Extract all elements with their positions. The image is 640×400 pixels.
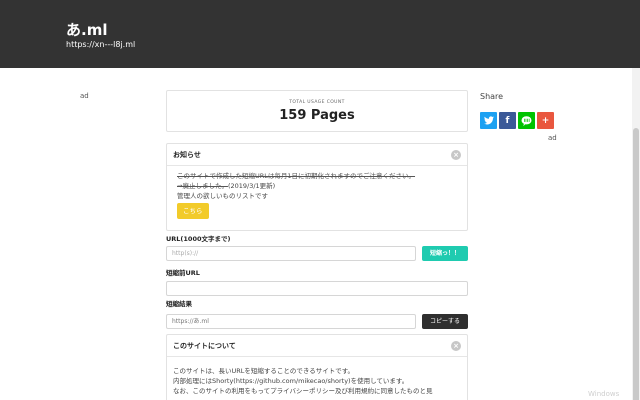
- usage-count-label: TOTAL USAGE COUNT: [289, 100, 345, 105]
- shorten-button[interactable]: 短縮っ！！: [422, 246, 468, 261]
- facebook-share-button[interactable]: f: [499, 112, 516, 129]
- notice-body: このサイトで作成した短縮URLは毎月1日に初期化されますのでご注意ください。 →…: [167, 166, 467, 219]
- plus-share-button[interactable]: +: [537, 112, 554, 129]
- plus-icon: +: [541, 115, 550, 126]
- about-body: このサイトは、長いURLを短縮することのできるサイトです。 内部処理にはShor…: [167, 357, 467, 396]
- share-buttons: f +: [480, 112, 554, 129]
- url-input[interactable]: http(s)://: [166, 246, 416, 261]
- scrollbar-thumb[interactable]: [633, 128, 639, 400]
- notice-date: (2019/3/1更新): [227, 182, 276, 190]
- before-url-label: 短縮前URL: [166, 269, 200, 277]
- result-label: 短縮結果: [166, 300, 192, 308]
- about-line-1: このサイトは、長いURLを短縮することのできるサイトです。: [173, 367, 355, 375]
- notice-header: お知らせ ×: [167, 144, 467, 166]
- notice-panel: お知らせ × このサイトで作成した短縮URLは毎月1日に初期化されますのでご注意…: [166, 143, 468, 231]
- windows-watermark: Windows: [588, 390, 620, 398]
- notice-strike-line-2: →廃止しました。: [177, 182, 228, 190]
- about-line-2: 内部処理にはShorty(https://github.com/mikecao/…: [173, 377, 409, 385]
- facebook-icon: f: [505, 115, 510, 126]
- line-share-button[interactable]: [518, 112, 535, 129]
- line-icon: [521, 115, 532, 126]
- wishlist-button[interactable]: こちら: [177, 203, 209, 219]
- site-url[interactable]: https://xn---l8j.ml: [66, 40, 135, 49]
- close-icon[interactable]: ×: [451, 149, 461, 160]
- twitter-share-button[interactable]: [480, 112, 497, 129]
- ad-label-right: ad: [548, 134, 557, 142]
- about-header: このサイトについて ×: [167, 335, 467, 357]
- ad-label-left: ad: [80, 92, 89, 100]
- site-header: あ.ml https://xn---l8j.ml: [0, 0, 640, 68]
- site-title[interactable]: あ.ml: [66, 19, 107, 40]
- about-line-3: なお、このサイトの利用をもってプライバシーポリシー及び利用規約に同意したものと見: [173, 387, 433, 395]
- notice-title: お知らせ: [173, 150, 201, 159]
- about-panel: このサイトについて × このサイトは、長いURLを短縮することのできるサイトです…: [166, 334, 468, 400]
- scrollbar[interactable]: [632, 68, 640, 400]
- twitter-icon: [483, 116, 494, 125]
- close-icon[interactable]: ×: [451, 340, 461, 351]
- result-field[interactable]: https://あ.ml: [166, 314, 416, 329]
- about-title: このサイトについて: [173, 341, 236, 350]
- usage-count-panel: TOTAL USAGE COUNT 159 Pages: [166, 90, 468, 132]
- before-url-field[interactable]: [166, 281, 468, 296]
- url-field-label: URL(1000文字まで): [166, 235, 231, 243]
- share-title: Share: [480, 92, 504, 101]
- notice-wishlist-text: 管理人の欲しいものリストです: [177, 192, 268, 200]
- usage-count-value: 159 Pages: [279, 108, 355, 123]
- copy-button[interactable]: コピーする: [422, 314, 468, 329]
- notice-strike-line-1: このサイトで作成した短縮URLは毎月1日に初期化されますのでご注意ください。: [177, 172, 416, 180]
